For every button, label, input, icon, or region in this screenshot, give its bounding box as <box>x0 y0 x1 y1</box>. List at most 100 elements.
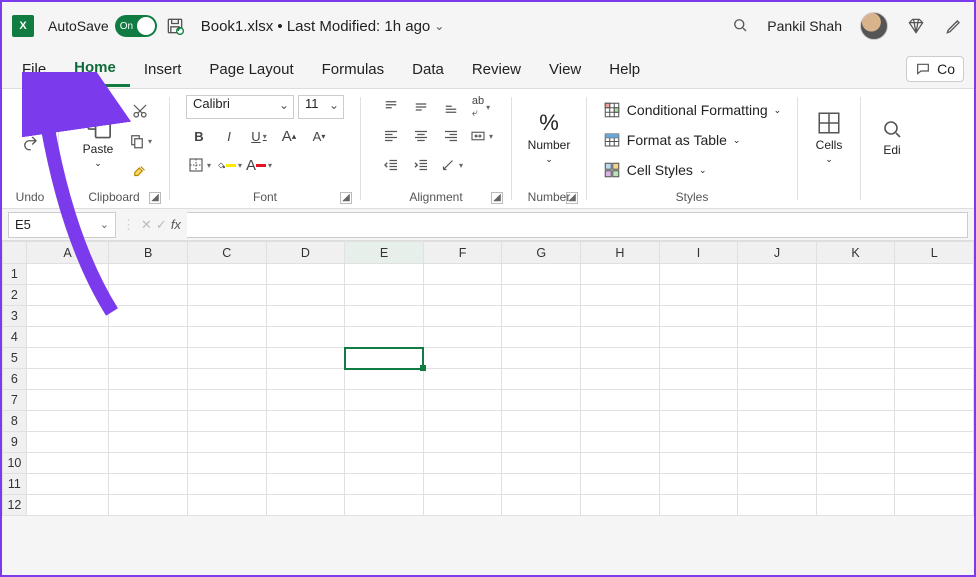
tab-insert[interactable]: Insert <box>130 53 196 86</box>
tab-page-layout[interactable]: Page Layout <box>195 53 307 86</box>
cell[interactable] <box>816 264 895 285</box>
cell[interactable] <box>581 369 660 390</box>
font-launcher-icon[interactable]: ◢ <box>340 192 352 204</box>
cells-button[interactable]: Cells ⌄ <box>806 95 852 179</box>
cell[interactable] <box>816 432 895 453</box>
row-header[interactable]: 1 <box>3 264 27 285</box>
cell[interactable] <box>345 453 424 474</box>
cell[interactable] <box>187 390 266 411</box>
cell[interactable] <box>26 453 109 474</box>
cell[interactable] <box>109 348 188 369</box>
underline-button[interactable]: U <box>246 124 272 148</box>
cell[interactable] <box>266 453 345 474</box>
cell[interactable] <box>26 348 109 369</box>
cell[interactable] <box>109 453 188 474</box>
comments-button[interactable]: Co <box>906 56 964 82</box>
font-size-select[interactable]: 11 <box>298 95 344 119</box>
cell[interactable] <box>581 264 660 285</box>
cell[interactable] <box>502 432 581 453</box>
user-name[interactable]: Pankil Shah <box>767 18 842 34</box>
cell[interactable] <box>895 348 974 369</box>
cell[interactable] <box>502 411 581 432</box>
cell[interactable] <box>423 474 502 495</box>
cell-styles-button[interactable]: Cell Styles⌄ <box>601 157 783 183</box>
cell[interactable] <box>659 495 738 516</box>
enter-formula-icon[interactable]: ✓ <box>156 217 167 233</box>
cell[interactable] <box>266 411 345 432</box>
cell[interactable] <box>502 327 581 348</box>
cell[interactable] <box>423 327 502 348</box>
cell[interactable] <box>109 327 188 348</box>
cell[interactable] <box>816 411 895 432</box>
cell[interactable] <box>266 348 345 369</box>
cell[interactable] <box>502 285 581 306</box>
name-box[interactable]: E5 ⌄ <box>8 212 116 238</box>
tab-formulas[interactable]: Formulas <box>308 53 399 86</box>
paste-button[interactable]: Paste ⌄ <box>75 95 121 179</box>
cell[interactable] <box>659 348 738 369</box>
copy-icon[interactable] <box>127 129 153 153</box>
cell[interactable] <box>581 411 660 432</box>
cell[interactable] <box>266 306 345 327</box>
editing-button[interactable]: Edi <box>869 95 915 179</box>
orientation-icon[interactable] <box>438 153 464 177</box>
cell[interactable] <box>26 327 109 348</box>
cell[interactable] <box>738 432 817 453</box>
cell[interactable] <box>659 453 738 474</box>
row-header[interactable]: 5 <box>3 348 27 369</box>
premium-diamond-icon[interactable] <box>906 16 926 36</box>
cell[interactable] <box>895 453 974 474</box>
cell[interactable] <box>895 306 974 327</box>
cell[interactable] <box>423 264 502 285</box>
cell[interactable] <box>109 495 188 516</box>
increase-indent-icon[interactable] <box>408 153 434 177</box>
search-icon[interactable] <box>731 16 749 37</box>
cell[interactable] <box>109 411 188 432</box>
cell[interactable] <box>581 495 660 516</box>
cell[interactable] <box>345 495 424 516</box>
increase-font-icon[interactable]: A▴ <box>276 124 302 148</box>
alignment-launcher-icon[interactable]: ◢ <box>491 192 503 204</box>
cell[interactable] <box>502 495 581 516</box>
cell[interactable] <box>816 495 895 516</box>
cell[interactable] <box>738 264 817 285</box>
decrease-font-icon[interactable]: A▾ <box>306 124 332 148</box>
cell[interactable] <box>895 327 974 348</box>
row-header[interactable]: 2 <box>3 285 27 306</box>
cell[interactable] <box>738 474 817 495</box>
cell[interactable] <box>816 453 895 474</box>
formula-input[interactable] <box>187 212 968 238</box>
row-header[interactable]: 12 <box>3 495 27 516</box>
cell[interactable] <box>581 306 660 327</box>
cell[interactable] <box>423 369 502 390</box>
cell[interactable] <box>659 474 738 495</box>
cell[interactable] <box>581 285 660 306</box>
cell[interactable] <box>266 432 345 453</box>
cell[interactable] <box>895 411 974 432</box>
cell[interactable] <box>895 390 974 411</box>
cell[interactable] <box>187 453 266 474</box>
cell[interactable] <box>738 285 817 306</box>
cell[interactable] <box>738 390 817 411</box>
merge-center-icon[interactable] <box>468 124 494 148</box>
cell[interactable] <box>502 390 581 411</box>
cell[interactable] <box>659 411 738 432</box>
cell[interactable] <box>502 474 581 495</box>
row-header[interactable]: 9 <box>3 432 27 453</box>
row-header[interactable]: 6 <box>3 369 27 390</box>
row-header[interactable]: 4 <box>3 327 27 348</box>
cell[interactable] <box>816 348 895 369</box>
cell[interactable] <box>738 495 817 516</box>
cell[interactable] <box>187 369 266 390</box>
cell[interactable] <box>816 306 895 327</box>
cell[interactable] <box>345 327 424 348</box>
cell[interactable] <box>345 348 424 369</box>
column-header[interactable]: H <box>581 242 660 264</box>
cell[interactable] <box>738 411 817 432</box>
fill-color-icon[interactable] <box>216 153 242 177</box>
cell[interactable] <box>816 390 895 411</box>
cell[interactable] <box>659 390 738 411</box>
font-name-select[interactable]: Calibri <box>186 95 294 119</box>
tab-data[interactable]: Data <box>398 53 458 86</box>
cell[interactable] <box>659 432 738 453</box>
